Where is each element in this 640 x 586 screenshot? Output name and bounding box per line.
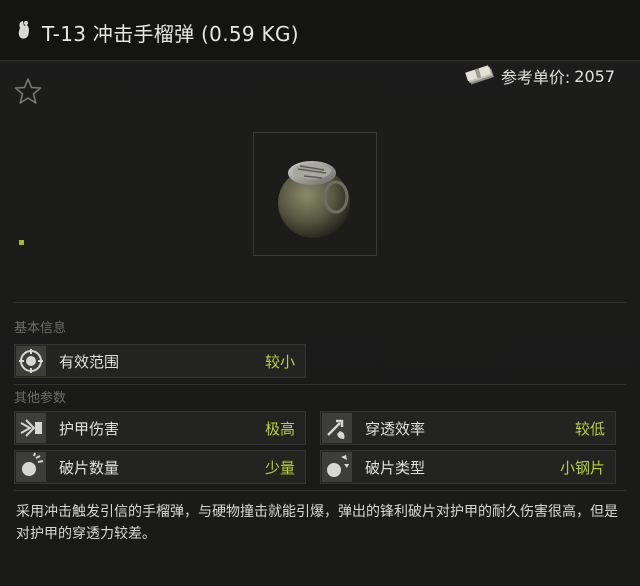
armor-damage-icon: [16, 413, 46, 443]
price-label: 参考单价:: [500, 68, 571, 87]
stat-label: 护甲伤害: [59, 420, 120, 438]
stat-label: 破片类型: [365, 459, 426, 477]
item-inspect-window: T-13 冲击手榴弹 (0.59 KG) 参考单价: 2057 基本信息 有效范…: [0, 0, 640, 586]
item-description: 采用冲击触发引信的手榴弹，与硬物撞击就能引爆，弹出的锋利破片对护甲的耐久伤害很高…: [16, 504, 618, 542]
stat-value: 较小: [264, 353, 295, 371]
basic-info-title: 基本信息: [14, 321, 67, 336]
penetration-icon: [322, 413, 352, 443]
fragment-type-icon: [322, 452, 352, 482]
star-outline-icon[interactable]: [13, 76, 43, 106]
other-params-title: 其他参数: [14, 391, 67, 406]
title-bar[interactable]: T-13 冲击手榴弹 (0.59 KG): [0, 0, 640, 61]
stat-effective-range[interactable]: 有效范围 较小: [14, 344, 306, 378]
stat-value: 少量: [264, 459, 295, 477]
divider: [14, 384, 626, 385]
range-icon: [16, 346, 46, 376]
price-value: 2057: [574, 66, 615, 86]
item-title: T-13 冲击手榴弹 (0.59 KG): [42, 22, 299, 46]
divider: [14, 302, 626, 303]
stat-penetration[interactable]: 穿透效率 较低: [320, 411, 616, 445]
stat-value: 极高: [264, 420, 295, 438]
item-preview: [253, 132, 377, 256]
divider: [14, 490, 626, 491]
reference-price: 参考单价: 2057: [465, 64, 615, 88]
stat-value: 较低: [574, 420, 605, 438]
grenade-hand-icon: [18, 21, 29, 39]
stat-fragment-type[interactable]: 破片类型 小钢片: [320, 450, 616, 484]
stat-label: 有效范围: [59, 353, 120, 371]
indicator-dot: [19, 240, 24, 245]
money-stack-icon: [465, 65, 494, 85]
stat-armor-damage[interactable]: 护甲伤害 极高: [14, 411, 306, 445]
stat-fragment-count[interactable]: 破片数量 少量: [14, 450, 306, 484]
fragment-count-icon: [16, 452, 46, 482]
stat-value: 小钢片: [559, 459, 605, 477]
stat-label: 穿透效率: [365, 420, 426, 438]
grenade-image: [278, 161, 350, 238]
stat-label: 破片数量: [59, 459, 120, 477]
